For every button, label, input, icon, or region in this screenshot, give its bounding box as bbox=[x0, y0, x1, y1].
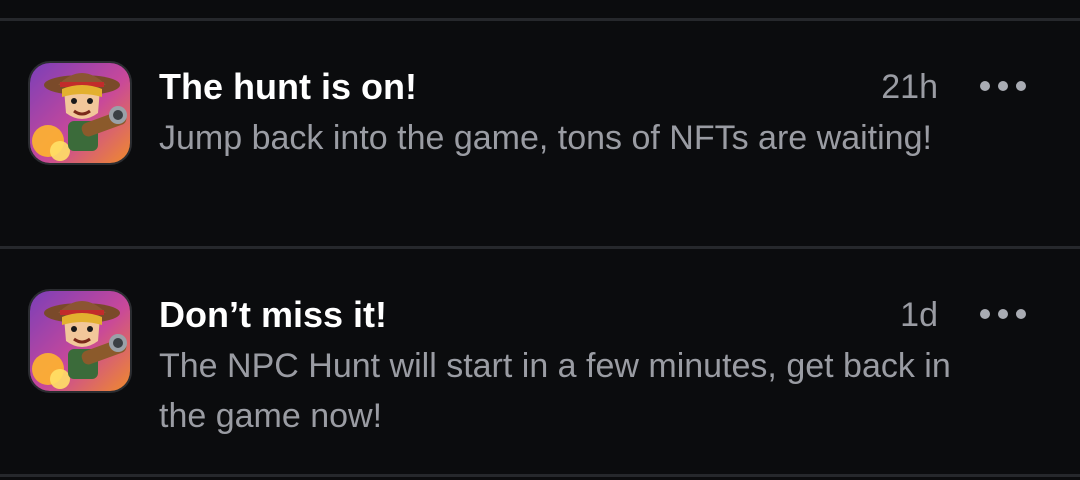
notification-title: The hunt is on! bbox=[159, 66, 417, 107]
dot bbox=[980, 81, 990, 91]
bottom-divider bbox=[0, 474, 1080, 477]
notification-time: 1d bbox=[900, 296, 938, 334]
npc-hunt-app-icon-art bbox=[30, 291, 130, 391]
notification-body: Jump back into the game, tons of NFTs ar… bbox=[159, 119, 932, 157]
dot bbox=[1016, 81, 1026, 91]
more-horizontal-icon[interactable] bbox=[980, 76, 1026, 96]
npc-hunt-app-icon bbox=[28, 61, 132, 165]
dot bbox=[998, 309, 1008, 319]
npc-hunt-app-icon-art bbox=[30, 63, 130, 163]
dot bbox=[998, 81, 1008, 91]
notification-item[interactable]: Don’t miss it! 1d The NPC Hunt will star… bbox=[0, 249, 1080, 475]
notification-item[interactable]: The hunt is on! 21h Jump back into the g… bbox=[0, 21, 1080, 247]
more-horizontal-icon[interactable] bbox=[980, 304, 1026, 324]
npc-hunt-app-icon bbox=[28, 289, 132, 393]
notification-time: 21h bbox=[881, 68, 938, 106]
notification-title: Don’t miss it! bbox=[159, 294, 388, 335]
dot bbox=[1016, 309, 1026, 319]
dot bbox=[980, 309, 990, 319]
notification-body: The NPC Hunt will start in a few minutes… bbox=[159, 347, 951, 435]
